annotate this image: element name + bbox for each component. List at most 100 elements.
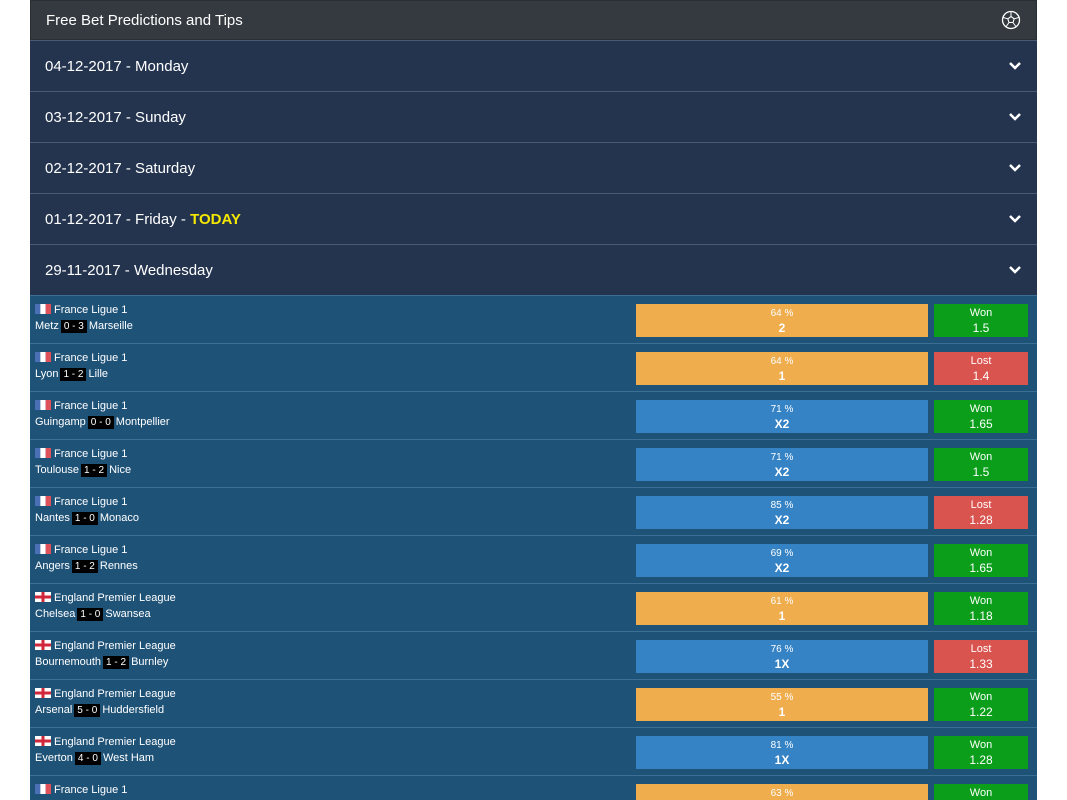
away-team: West Ham: [102, 752, 155, 764]
match-info: France Ligue 1 Nantes 1 - 0 Monaco: [35, 494, 139, 526]
away-team: Monaco: [99, 512, 140, 524]
result-status: Lost: [970, 355, 992, 367]
league-line: England Premier League: [35, 686, 176, 702]
result-odds: 1.65: [969, 417, 993, 431]
day-header[interactable]: 01-12-2017 - Friday - TODAY: [30, 193, 1037, 244]
result-box: Won: [934, 784, 1028, 800]
prediction-box: 64 % 2: [636, 304, 928, 337]
panel-title: Free Bet Predictions and Tips: [46, 11, 243, 29]
prediction-percent: 81 %: [770, 740, 794, 751]
home-team: Bournemouth: [35, 656, 102, 668]
prediction-box: 63 %: [636, 784, 928, 800]
match-score: 1 - 2: [81, 464, 108, 477]
france-flag-icon: [35, 448, 51, 458]
result-odds: 1.28: [969, 753, 993, 767]
match-row[interactable]: France Ligue 1 Nantes 1 - 0 Monaco 85 % X2…: [30, 487, 1037, 535]
away-team: Lille: [88, 368, 109, 380]
chevron-down-icon: [1009, 164, 1021, 172]
away-team: Huddersfield: [102, 704, 165, 716]
result-status: Lost: [970, 499, 992, 511]
result-status: Won: [969, 547, 993, 559]
result-status: Won: [969, 691, 993, 703]
result-box: Lost 1.28: [934, 496, 1028, 529]
prediction-tip: X2: [774, 465, 790, 479]
league-name: France Ligue 1: [54, 400, 128, 412]
match-list: France Ligue 1 Metz 0 - 3 Marseille 64 % 2…: [30, 295, 1037, 800]
league-line: England Premier League: [35, 734, 176, 750]
result-box: Won 1.65: [934, 400, 1028, 433]
match-score: 0 - 3: [60, 320, 87, 333]
prediction-box: 55 % 1: [636, 688, 928, 721]
away-team: Montpellier: [115, 416, 170, 428]
league-line: France Ligue 1: [35, 398, 170, 414]
match-row[interactable]: England Premier League Everton 4 - 0 West …: [30, 727, 1037, 775]
result-status: Won: [969, 739, 993, 751]
home-team: Arsenal: [35, 704, 73, 716]
day-header[interactable]: 04-12-2017 - Monday: [30, 40, 1037, 91]
day-header[interactable]: 03-12-2017 - Sunday: [30, 91, 1037, 142]
league-name: France Ligue 1: [54, 544, 128, 556]
day-header[interactable]: 02-12-2017 - Saturday: [30, 142, 1037, 193]
france-flag-icon: [35, 544, 51, 554]
teams-line: Angers 1 - 2 Rennes: [35, 558, 138, 574]
result-status: Won: [969, 307, 993, 319]
prediction-percent: 71 %: [770, 452, 794, 463]
match-row[interactable]: France Ligue 1 Angers 1 - 2 Rennes 69 % X2…: [30, 535, 1037, 583]
day-header[interactable]: 29-11-2017 - Wednesday: [30, 244, 1037, 295]
home-team: Chelsea: [35, 608, 76, 620]
result-status: Won: [969, 403, 993, 415]
match-row[interactable]: England Premier League Chelsea 1 - 0 Swans…: [30, 583, 1037, 631]
prediction-box: 69 % X2: [636, 544, 928, 577]
league-line: England Premier League: [35, 638, 176, 654]
league-name: France Ligue 1: [54, 784, 128, 796]
chevron-down-icon: [1009, 113, 1021, 121]
prediction-tip: 1: [778, 705, 786, 719]
match-row[interactable]: France Ligue 1 Guingamp 0 - 0 Montpellier …: [30, 391, 1037, 439]
league-name: France Ligue 1: [54, 304, 128, 316]
result-status: Lost: [970, 643, 992, 655]
prediction-box: 61 % 1: [636, 592, 928, 625]
league-name: France Ligue 1: [54, 352, 128, 364]
prediction-percent: 64 %: [770, 356, 794, 367]
teams-line: Nantes 1 - 0 Monaco: [35, 510, 139, 526]
result-box: Won 1.5: [934, 448, 1028, 481]
match-info: England Premier League Bournemouth 1 - 2B…: [35, 638, 176, 670]
match-info: France Ligue 1 Guingamp 0 - 0 Montpellier: [35, 398, 170, 430]
league-line: France Ligue 1: [35, 782, 127, 798]
match-score: 1 - 2: [103, 656, 130, 669]
match-row[interactable]: France Ligue 1 Toulouse 1 - 2 Nice 71 % X2…: [30, 439, 1037, 487]
match-row[interactable]: England Premier League Arsenal 5 - 0 Hudde…: [30, 679, 1037, 727]
home-team: Everton: [35, 752, 73, 764]
match-score: 1 - 0: [71, 512, 98, 525]
match-row[interactable]: England Premier League Bournemouth 1 - 2B…: [30, 631, 1037, 679]
home-team: Metz: [35, 320, 59, 332]
match-row[interactable]: France Ligue 1 Lyon 1 - 2 Lille 64 % 1 Los…: [30, 343, 1037, 391]
match-score: 4 - 0: [74, 752, 101, 765]
match-score: 1 - 2: [60, 368, 87, 381]
day-label: 29-11-2017 - Wednesday: [45, 261, 213, 279]
match-info: France Ligue 1 Lyon 1 - 2 Lille: [35, 350, 127, 382]
match-row[interactable]: France Ligue 1 63 % Won: [30, 775, 1037, 800]
france-flag-icon: [35, 304, 51, 314]
england-flag-icon: [35, 736, 51, 746]
france-flag-icon: [35, 496, 51, 506]
prediction-percent: 76 %: [770, 644, 794, 655]
home-team: Lyon: [35, 368, 59, 380]
prediction-tip: 1: [778, 609, 786, 623]
league-line: France Ligue 1: [35, 350, 127, 366]
match-score: 1 - 2: [71, 560, 98, 573]
teams-line: Chelsea 1 - 0 Swansea: [35, 606, 176, 622]
match-info: France Ligue 1 Metz 0 - 3 Marseille: [35, 302, 133, 334]
teams-line: Guingamp 0 - 0 Montpellier: [35, 414, 170, 430]
day-label: 03-12-2017 - Sunday: [45, 108, 186, 126]
league-name: England Premier League: [54, 736, 176, 748]
prediction-percent: 55 %: [770, 692, 794, 703]
day-label: 02-12-2017 - Saturday: [45, 159, 196, 177]
result-box: Won 1.18: [934, 592, 1028, 625]
chevron-down-icon: [1009, 62, 1021, 70]
match-info: France Ligue 1 Toulouse 1 - 2 Nice: [35, 446, 131, 478]
france-flag-icon: [35, 784, 51, 794]
prediction-tip: 1: [778, 369, 786, 383]
match-row[interactable]: France Ligue 1 Metz 0 - 3 Marseille 64 % 2…: [30, 295, 1037, 343]
teams-line: Bournemouth 1 - 2 Burnley: [35, 654, 176, 670]
